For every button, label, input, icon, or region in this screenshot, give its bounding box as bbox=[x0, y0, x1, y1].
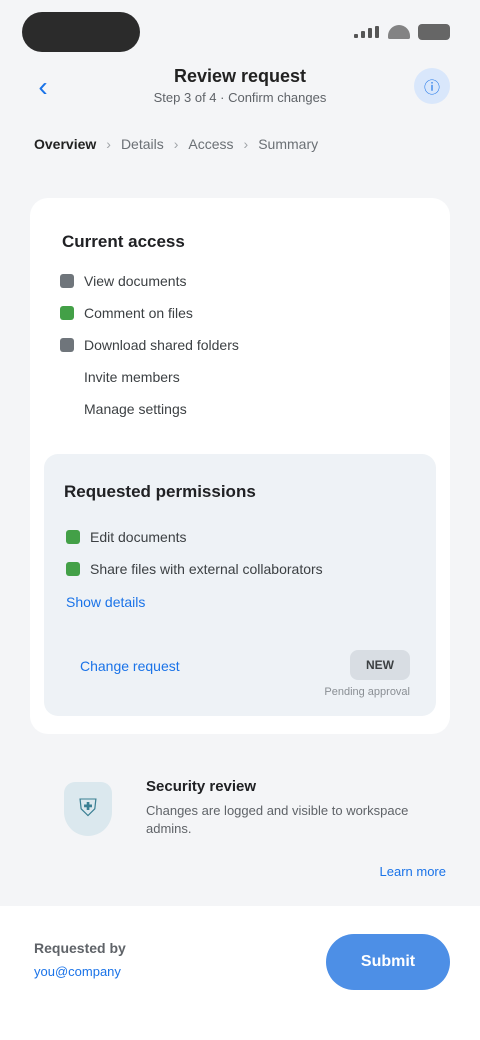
checkbox-icon bbox=[60, 274, 74, 288]
access-item: View documents bbox=[60, 270, 186, 292]
change-request-link[interactable]: Change request bbox=[80, 658, 180, 674]
access-item: Comment on files bbox=[60, 302, 193, 324]
access-item-label: Comment on files bbox=[84, 305, 193, 321]
checkbox-icon bbox=[60, 370, 74, 384]
footer-bar: Requested by you@company Submit bbox=[0, 906, 480, 1040]
info-title: Security review bbox=[146, 778, 257, 795]
access-item-label: Manage settings bbox=[84, 401, 187, 417]
wifi-icon bbox=[388, 25, 410, 39]
submit-button[interactable]: Submit bbox=[326, 934, 450, 990]
permission-item: Edit documents bbox=[66, 526, 187, 548]
breadcrumb-item-details[interactable]: Details bbox=[121, 136, 164, 152]
shield-icon: ⛨ bbox=[64, 782, 112, 836]
page-subtitle: Step 3 of 4 · Confirm changes bbox=[153, 90, 327, 105]
breadcrumb-item-overview[interactable]: Overview bbox=[34, 136, 96, 152]
permission-item: Share files with external collaborators bbox=[66, 558, 323, 580]
info-button[interactable]: ⓘ bbox=[414, 68, 450, 104]
dynamic-island bbox=[22, 12, 140, 52]
access-item: Manage settings bbox=[60, 398, 187, 420]
access-item-label: Download shared folders bbox=[84, 337, 239, 353]
check-icon bbox=[66, 530, 80, 544]
permission-item-label: Edit documents bbox=[90, 529, 187, 545]
show-details-link[interactable]: Show details bbox=[66, 594, 145, 610]
checkbox-icon bbox=[60, 306, 74, 320]
requested-permissions-panel: Requested permissions Edit documents Sha… bbox=[44, 454, 436, 716]
status-badge: NEW bbox=[350, 650, 410, 680]
footer-label: Requested by bbox=[34, 940, 126, 956]
security-info: ⛨ Security review Changes are logged and… bbox=[54, 770, 434, 856]
permission-item-label: Share files with external collaborators bbox=[90, 561, 323, 577]
signal-icon bbox=[354, 26, 380, 38]
status-bar bbox=[0, 0, 480, 62]
info-icon: ⓘ bbox=[423, 80, 440, 97]
info-text: Changes are logged and visible to worksp… bbox=[146, 803, 409, 836]
access-card: Current access View documents Comment on… bbox=[30, 198, 450, 734]
access-item-label: Invite members bbox=[84, 369, 180, 385]
breadcrumb: Overview › Details › Access › Summary bbox=[34, 132, 318, 156]
header: ‹ Review request Step 3 of 4 · Confirm c… bbox=[0, 56, 480, 120]
status-caption: Pending approval bbox=[324, 686, 410, 698]
breadcrumb-separator: › bbox=[173, 136, 179, 152]
check-icon bbox=[66, 562, 80, 576]
learn-more-link[interactable]: Learn more bbox=[380, 864, 446, 879]
breadcrumb-separator: › bbox=[106, 136, 111, 152]
breadcrumb-item-summary[interactable]: Summary bbox=[258, 136, 318, 152]
section-title-current-access: Current access bbox=[62, 232, 185, 251]
breadcrumb-item-access[interactable]: Access bbox=[188, 136, 233, 152]
app-screen: ‹ Review request Step 3 of 4 · Confirm c… bbox=[0, 0, 480, 1040]
section-title-requested: Requested permissions bbox=[64, 482, 256, 501]
checkbox-icon bbox=[60, 338, 74, 352]
access-item: Download shared folders bbox=[60, 334, 239, 356]
battery-icon bbox=[418, 24, 450, 40]
breadcrumb-separator: › bbox=[243, 136, 249, 152]
page-title: Review request bbox=[173, 66, 307, 86]
footer-value[interactable]: you@company bbox=[34, 964, 121, 979]
checkbox-icon bbox=[60, 402, 74, 416]
status-icons bbox=[354, 22, 450, 42]
access-item: Invite members bbox=[60, 366, 180, 388]
access-item-label: View documents bbox=[84, 273, 187, 289]
